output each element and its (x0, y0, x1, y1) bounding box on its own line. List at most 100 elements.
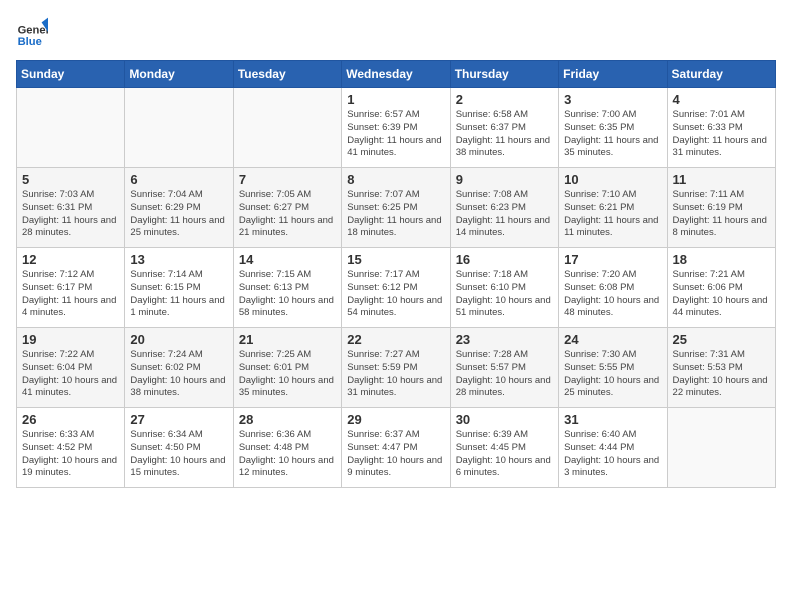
cell-info: Sunrise: 7:04 AMSunset: 6:29 PMDaylight:… (130, 189, 227, 240)
day-number: 7 (239, 172, 336, 187)
day-header-monday: Monday (125, 61, 233, 88)
day-number: 27 (130, 412, 227, 427)
calendar-cell: 1 Sunrise: 6:57 AMSunset: 6:39 PMDaylight… (342, 88, 450, 168)
calendar-cell: 28Sunrise: 6:36 AMSunset: 4:48 PMDayligh… (233, 408, 341, 488)
day-number: 9 (456, 172, 553, 187)
calendar-cell: 30 Sunrise: 6:39 AMSunset: 4:45 PMDayligh… (450, 408, 558, 488)
cell-info: Sunrise: 7:20 AMSunset: 6:08 PMDaylight:… (564, 269, 661, 320)
calendar-cell: 19Sunrise: 7:22 AMSunset: 6:04 PMDayligh… (17, 328, 125, 408)
day-number: 16 (456, 252, 553, 267)
svg-text:Blue: Blue (18, 36, 42, 48)
calendar-cell: 24 Sunrise: 7:30 AMSunset: 5:55 PMDayligh… (559, 328, 667, 408)
cell-info: Sunrise: 6:57 AMSunset: 6:39 PMDaylight:… (347, 109, 444, 160)
day-number: 24 (564, 332, 661, 347)
calendar-cell: 17 Sunrise: 7:20 AMSunset: 6:08 PMDayligh… (559, 248, 667, 328)
day-header-thursday: Thursday (450, 61, 558, 88)
cell-info: Sunrise: 6:39 AMSunset: 4:45 PMDaylight:… (456, 429, 553, 480)
cell-info: Sunrise: 7:11 AMSunset: 6:19 PMDaylight:… (673, 189, 770, 240)
calendar-cell: 8Sunrise: 7:07 AMSunset: 6:25 PMDaylight… (342, 168, 450, 248)
calendar-cell (667, 408, 775, 488)
day-number: 3 (564, 92, 661, 107)
day-number: 1 (347, 92, 444, 107)
cell-info: Sunrise: 7:08 AMSunset: 6:23 PMDaylight:… (456, 189, 553, 240)
day-number: 20 (130, 332, 227, 347)
cell-info: Sunrise: 6:33 AMSunset: 4:52 PMDaylight:… (22, 429, 119, 480)
day-number: 22 (347, 332, 444, 347)
calendar-cell (17, 88, 125, 168)
day-header-friday: Friday (559, 61, 667, 88)
cell-info: Sunrise: 7:28 AMSunset: 5:57 PMDaylight:… (456, 349, 553, 400)
calendar-cell: 14Sunrise: 7:15 AMSunset: 6:13 PMDayligh… (233, 248, 341, 328)
calendar-cell: 3 Sunrise: 7:00 AMSunset: 6:35 PMDaylight… (559, 88, 667, 168)
cell-info: Sunrise: 7:00 AMSunset: 6:35 PMDaylight:… (564, 109, 661, 160)
cell-info: Sunrise: 7:30 AMSunset: 5:55 PMDaylight:… (564, 349, 661, 400)
cell-info: Sunrise: 6:58 AMSunset: 6:37 PMDaylight:… (456, 109, 553, 160)
cell-info: Sunrise: 6:36 AMSunset: 4:48 PMDaylight:… (239, 429, 336, 480)
day-number: 15 (347, 252, 444, 267)
header-row: SundayMondayTuesdayWednesdayThursdayFrid… (17, 61, 776, 88)
week-row-2: 5 Sunrise: 7:03 AMSunset: 6:31 PMDaylight… (17, 168, 776, 248)
calendar-cell: 21 Sunrise: 7:25 AMSunset: 6:01 PMDayligh… (233, 328, 341, 408)
page-header: General Blue (16, 16, 776, 48)
day-number: 4 (673, 92, 770, 107)
logo-icon: General Blue (16, 16, 48, 48)
day-header-sunday: Sunday (17, 61, 125, 88)
calendar-cell: 23 Sunrise: 7:28 AMSunset: 5:57 PMDayligh… (450, 328, 558, 408)
logo: General Blue (16, 16, 52, 48)
day-number: 12 (22, 252, 119, 267)
day-number: 10 (564, 172, 661, 187)
day-number: 5 (22, 172, 119, 187)
day-number: 29 (347, 412, 444, 427)
day-number: 13 (130, 252, 227, 267)
cell-info: Sunrise: 7:05 AMSunset: 6:27 PMDaylight:… (239, 189, 336, 240)
cell-info: Sunrise: 6:40 AMSunset: 4:44 PMDaylight:… (564, 429, 661, 480)
calendar-cell: 16Sunrise: 7:18 AMSunset: 6:10 PMDayligh… (450, 248, 558, 328)
calendar-cell: 7 Sunrise: 7:05 AMSunset: 6:27 PMDaylight… (233, 168, 341, 248)
week-row-3: 12 Sunrise: 7:12 AMSunset: 6:17 PMDayligh… (17, 248, 776, 328)
cell-info: Sunrise: 7:14 AMSunset: 6:15 PMDaylight:… (130, 269, 227, 320)
calendar-cell: 4Sunrise: 7:01 AMSunset: 6:33 PMDaylight… (667, 88, 775, 168)
calendar-cell: 15 Sunrise: 7:17 AMSunset: 6:12 PMDayligh… (342, 248, 450, 328)
cell-info: Sunrise: 7:25 AMSunset: 6:01 PMDaylight:… (239, 349, 336, 400)
day-header-saturday: Saturday (667, 61, 775, 88)
cell-info: Sunrise: 6:34 AMSunset: 4:50 PMDaylight:… (130, 429, 227, 480)
week-row-5: 26 Sunrise: 6:33 AMSunset: 4:52 PMDayligh… (17, 408, 776, 488)
svg-text:General: General (18, 25, 48, 37)
day-number: 30 (456, 412, 553, 427)
cell-info: Sunrise: 7:15 AMSunset: 6:13 PMDaylight:… (239, 269, 336, 320)
calendar-table: SundayMondayTuesdayWednesdayThursdayFrid… (16, 60, 776, 488)
cell-info: Sunrise: 7:12 AMSunset: 6:17 PMDaylight:… (22, 269, 119, 320)
day-number: 11 (673, 172, 770, 187)
calendar-cell: 11 Sunrise: 7:11 AMSunset: 6:19 PMDayligh… (667, 168, 775, 248)
day-header-tuesday: Tuesday (233, 61, 341, 88)
calendar-cell: 10Sunrise: 7:10 AMSunset: 6:21 PMDayligh… (559, 168, 667, 248)
day-number: 17 (564, 252, 661, 267)
day-number: 31 (564, 412, 661, 427)
calendar-cell: 31 Sunrise: 6:40 AMSunset: 4:44 PMDayligh… (559, 408, 667, 488)
cell-info: Sunrise: 7:03 AMSunset: 6:31 PMDaylight:… (22, 189, 119, 240)
day-number: 2 (456, 92, 553, 107)
day-number: 26 (22, 412, 119, 427)
cell-info: Sunrise: 6:37 AMSunset: 4:47 PMDaylight:… (347, 429, 444, 480)
cell-info: Sunrise: 7:31 AMSunset: 5:53 PMDaylight:… (673, 349, 770, 400)
day-number: 21 (239, 332, 336, 347)
cell-info: Sunrise: 7:17 AMSunset: 6:12 PMDaylight:… (347, 269, 444, 320)
calendar-cell: 22 Sunrise: 7:27 AMSunset: 5:59 PMDayligh… (342, 328, 450, 408)
week-row-4: 19Sunrise: 7:22 AMSunset: 6:04 PMDayligh… (17, 328, 776, 408)
cell-info: Sunrise: 7:07 AMSunset: 6:25 PMDaylight:… (347, 189, 444, 240)
cell-info: Sunrise: 7:21 AMSunset: 6:06 PMDaylight:… (673, 269, 770, 320)
calendar-cell: 20 Sunrise: 7:24 AMSunset: 6:02 PMDayligh… (125, 328, 233, 408)
cell-info: Sunrise: 7:24 AMSunset: 6:02 PMDaylight:… (130, 349, 227, 400)
calendar-cell: 2 Sunrise: 6:58 AMSunset: 6:37 PMDaylight… (450, 88, 558, 168)
cell-info: Sunrise: 7:27 AMSunset: 5:59 PMDaylight:… (347, 349, 444, 400)
day-number: 18 (673, 252, 770, 267)
calendar-cell: 12 Sunrise: 7:12 AMSunset: 6:17 PMDayligh… (17, 248, 125, 328)
calendar-cell: 25Sunrise: 7:31 AMSunset: 5:53 PMDayligh… (667, 328, 775, 408)
day-number: 23 (456, 332, 553, 347)
day-number: 19 (22, 332, 119, 347)
calendar-cell: 13 Sunrise: 7:14 AMSunset: 6:15 PMDayligh… (125, 248, 233, 328)
calendar-cell: 29 Sunrise: 6:37 AMSunset: 4:47 PMDayligh… (342, 408, 450, 488)
calendar-cell: 5 Sunrise: 7:03 AMSunset: 6:31 PMDaylight… (17, 168, 125, 248)
calendar-cell (233, 88, 341, 168)
calendar-cell: 6Sunrise: 7:04 AMSunset: 6:29 PMDaylight… (125, 168, 233, 248)
